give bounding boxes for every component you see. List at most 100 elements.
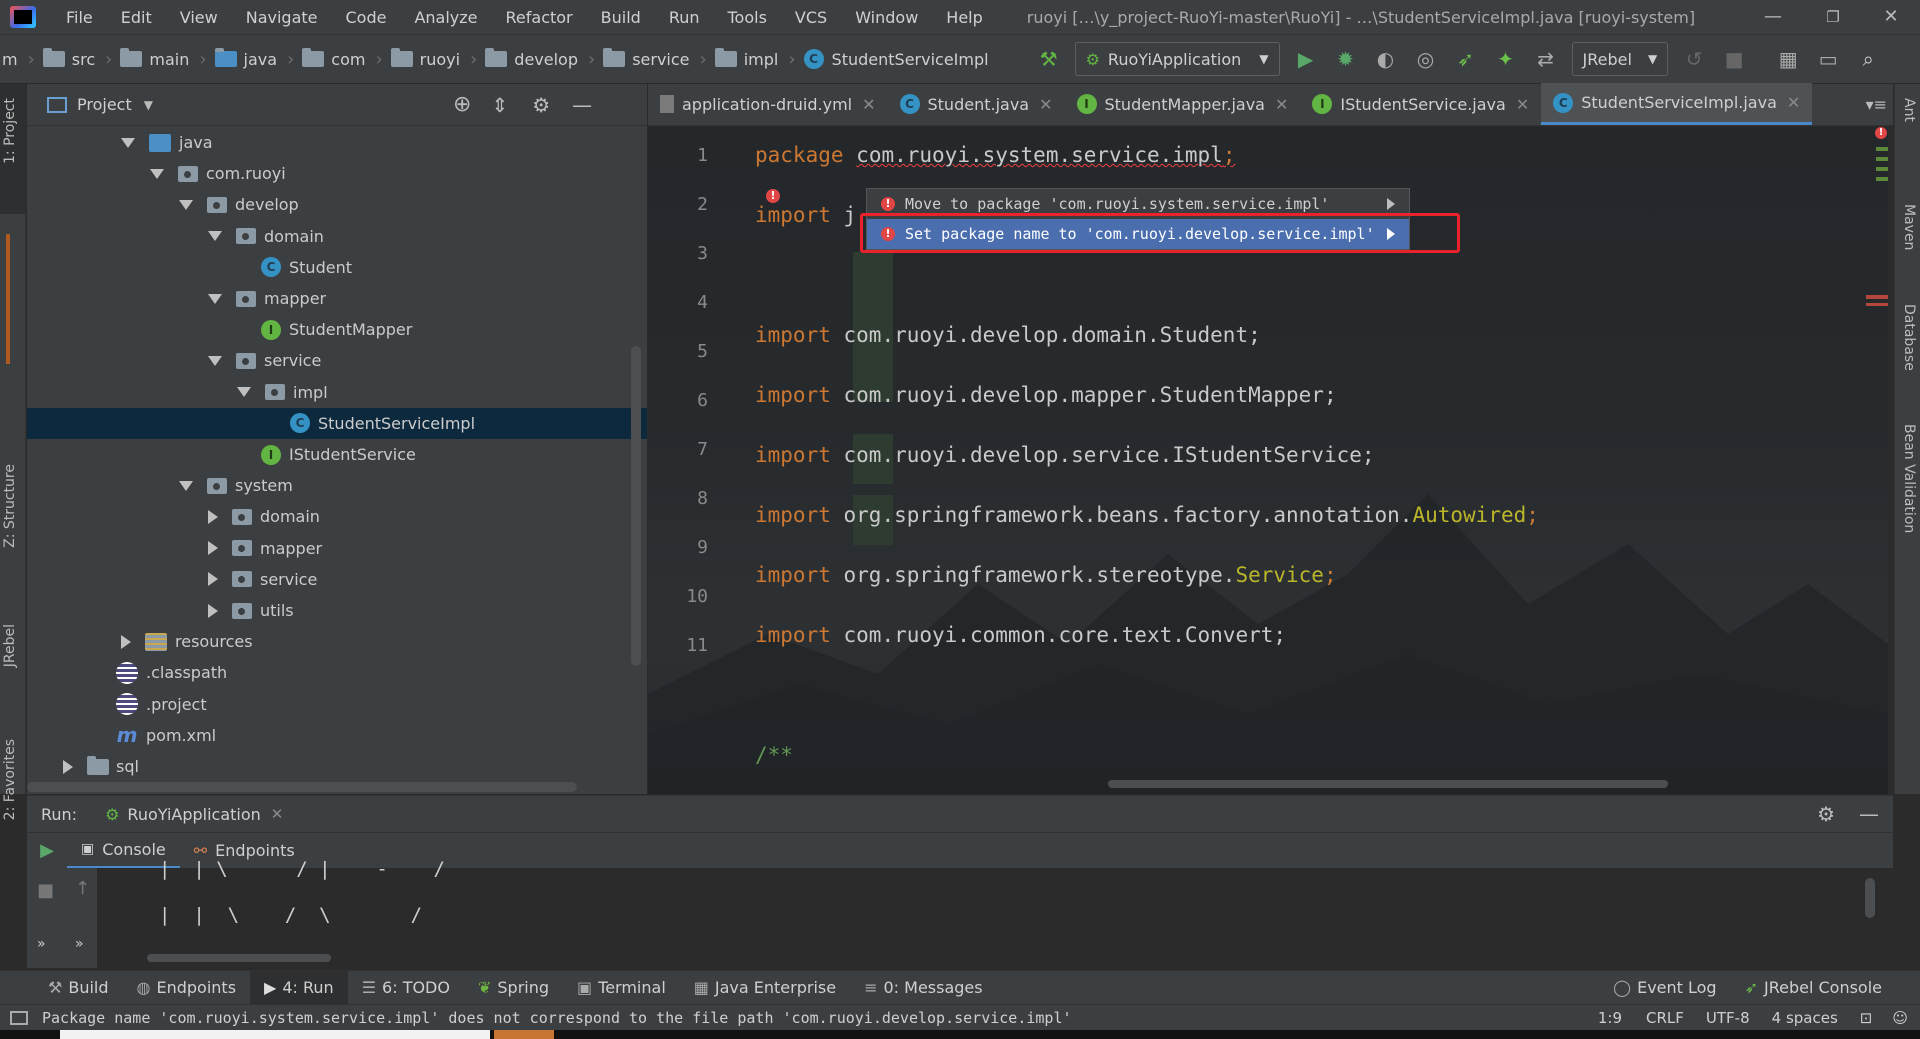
tree-node[interactable]: service xyxy=(27,345,647,376)
tool-windows-toggle-icon[interactable] xyxy=(10,1010,28,1025)
tool-tab-favorites[interactable]: 2: Favorites xyxy=(2,739,18,820)
breadcrumb-service[interactable]: service xyxy=(603,48,690,69)
collapse-all-icon[interactable]: ⇕ xyxy=(491,93,508,117)
close-icon[interactable]: ✕ xyxy=(271,805,284,823)
restore-button[interactable]: ❐ xyxy=(1804,0,1862,34)
tree-node[interactable]: m pom.xml xyxy=(27,720,647,751)
lock-icon[interactable]: ⊡ xyxy=(1860,1009,1873,1027)
tree-node[interactable]: C StudentServiceImpl xyxy=(27,407,647,439)
gear-icon[interactable]: ⚙ xyxy=(532,93,550,117)
run-config-tab[interactable]: RuoYiApplication xyxy=(127,805,260,824)
run-icon[interactable]: ▶ xyxy=(1292,45,1320,73)
scroll-up-icon[interactable]: ↑ xyxy=(75,878,90,899)
close-icon[interactable]: ✕ xyxy=(862,95,875,114)
menu-help[interactable]: Help xyxy=(932,8,996,27)
tree-vertical-scrollbar[interactable] xyxy=(631,346,641,666)
tree-node[interactable]: utils xyxy=(27,595,647,626)
expand-arrow-icon[interactable] xyxy=(208,231,222,242)
tree-node[interactable]: I StudentMapper xyxy=(27,314,647,345)
tool-spring[interactable]: ❦ Spring xyxy=(464,978,563,997)
menu-file[interactable]: File xyxy=(52,8,107,27)
tool-tab-jrebel[interactable]: JRebel xyxy=(2,624,18,667)
tab-student-mapper-java[interactable]: I StudentMapper.java ✕ xyxy=(1065,83,1301,125)
collapse-arrow-icon[interactable] xyxy=(208,509,218,524)
chevron-down-icon[interactable]: ▼ xyxy=(144,98,153,112)
jrebel-select[interactable]: JRebel ▼ xyxy=(1571,42,1669,76)
close-icon[interactable]: ✕ xyxy=(1275,95,1288,114)
expand-arrow-icon[interactable] xyxy=(208,293,222,304)
expand-more-icon[interactable]: » xyxy=(37,936,46,952)
error-stripe-icon[interactable]: ! xyxy=(1875,127,1887,139)
menu-edit[interactable]: Edit xyxy=(107,8,166,27)
tool-build[interactable]: ⚒ Build xyxy=(34,978,123,997)
tree-node[interactable]: resources xyxy=(27,626,647,657)
tree-node[interactable]: impl xyxy=(27,377,647,408)
tab-istudent-service-java[interactable]: I IStudentService.java ✕ xyxy=(1300,83,1541,125)
collapse-arrow-icon[interactable] xyxy=(121,634,131,649)
locate-icon[interactable]: ⊕ xyxy=(453,92,471,117)
menu-run[interactable]: Run xyxy=(655,8,714,27)
breadcrumb-develop[interactable]: develop xyxy=(485,48,578,69)
menu-analyze[interactable]: Analyze xyxy=(400,8,491,27)
search-icon[interactable]: ⌕ xyxy=(1854,45,1882,73)
expand-arrow-icon[interactable] xyxy=(179,199,193,210)
tab-list-icon[interactable]: ▾≡ xyxy=(1866,95,1887,114)
tree-node[interactable]: .project xyxy=(27,689,647,720)
coverage-icon[interactable]: ◐ xyxy=(1372,45,1400,73)
breadcrumb-main[interactable]: main xyxy=(120,48,189,69)
update-icon[interactable]: ↺ xyxy=(1680,45,1708,73)
tool-tab-database[interactable]: Database xyxy=(1901,304,1917,371)
rerun-icon[interactable]: ▶ xyxy=(27,840,67,861)
tool-tab-bean-validation[interactable]: Bean Validation xyxy=(1901,424,1917,533)
file-encoding[interactable]: UTF-8 xyxy=(1706,1009,1750,1027)
close-window-button[interactable]: ✕ xyxy=(1862,0,1920,34)
collapse-arrow-icon[interactable] xyxy=(208,541,218,556)
tab-student-service-impl-java[interactable]: C StudentServiceImpl.java ✕ xyxy=(1541,83,1813,125)
console-vertical-scrollbar[interactable] xyxy=(1865,878,1875,918)
menu-vcs[interactable]: VCS xyxy=(781,8,841,27)
tool-tab-structure[interactable]: Z: Structure xyxy=(2,464,18,548)
inspector-icon[interactable]: ☺ xyxy=(1892,1009,1908,1027)
expand-more-icon[interactable]: » xyxy=(75,936,84,952)
tree-node[interactable]: sql xyxy=(27,751,647,782)
tree-node[interactable]: C Student xyxy=(27,252,647,283)
error-bulb-icon[interactable]: ! xyxy=(766,189,780,203)
indent-setting[interactable]: 4 spaces xyxy=(1772,1009,1838,1027)
hide-panel-icon[interactable]: — xyxy=(1859,802,1879,826)
breadcrumb-com[interactable]: com xyxy=(302,48,365,69)
tree-node[interactable]: develop xyxy=(27,189,647,220)
tree-node[interactable]: system xyxy=(27,470,647,501)
expand-arrow-icon[interactable] xyxy=(179,480,193,491)
tree-node[interactable]: domain xyxy=(27,501,647,532)
menu-window[interactable]: Window xyxy=(841,8,932,27)
jrebel-debug-icon[interactable]: ✦ xyxy=(1492,45,1520,73)
tool-java-enterprise[interactable]: ▦ Java Enterprise xyxy=(680,978,850,997)
stop-icon[interactable]: ■ xyxy=(37,880,54,901)
console-horizontal-scrollbar[interactable] xyxy=(147,954,331,962)
project-structure-icon[interactable]: ▦ xyxy=(1774,45,1802,73)
menu-tools[interactable]: Tools xyxy=(714,8,781,27)
close-icon[interactable]: ✕ xyxy=(1787,93,1800,112)
tree-node[interactable]: I IStudentService xyxy=(27,439,647,470)
debug-icon[interactable]: ✹ xyxy=(1332,45,1360,73)
tree-node[interactable]: domain xyxy=(27,221,647,252)
menu-build[interactable]: Build xyxy=(587,8,655,27)
tree-node[interactable]: mapper xyxy=(27,283,647,314)
error-marker[interactable] xyxy=(1866,295,1888,299)
tool-tab-maven[interactable]: Maven xyxy=(1901,204,1917,250)
minimize-button[interactable]: — xyxy=(1744,0,1802,34)
stop-icon[interactable]: ■ xyxy=(1720,45,1748,73)
menu-navigate[interactable]: Navigate xyxy=(232,8,332,27)
editor-scrollbar[interactable]: ! xyxy=(1866,127,1888,794)
tab-application-druid-yml[interactable]: application-druid.yml ✕ xyxy=(648,83,888,125)
tool-event-log[interactable]: ◯ Event Log xyxy=(1599,978,1730,997)
gear-icon[interactable]: ⚙ xyxy=(1817,802,1835,826)
expand-arrow-icon[interactable] xyxy=(121,137,135,148)
breadcrumb-impl[interactable]: impl xyxy=(714,48,778,69)
tool-messages[interactable]: ≡ 0: Messages xyxy=(850,978,997,997)
close-icon[interactable]: ✕ xyxy=(1516,95,1529,114)
tool-jrebel-console[interactable]: ➶ JRebel Console xyxy=(1731,978,1896,997)
collapse-arrow-icon[interactable] xyxy=(63,759,73,774)
breadcrumb-src[interactable]: src xyxy=(42,48,95,69)
tool-run[interactable]: ▶ 4: Run xyxy=(250,970,348,1005)
